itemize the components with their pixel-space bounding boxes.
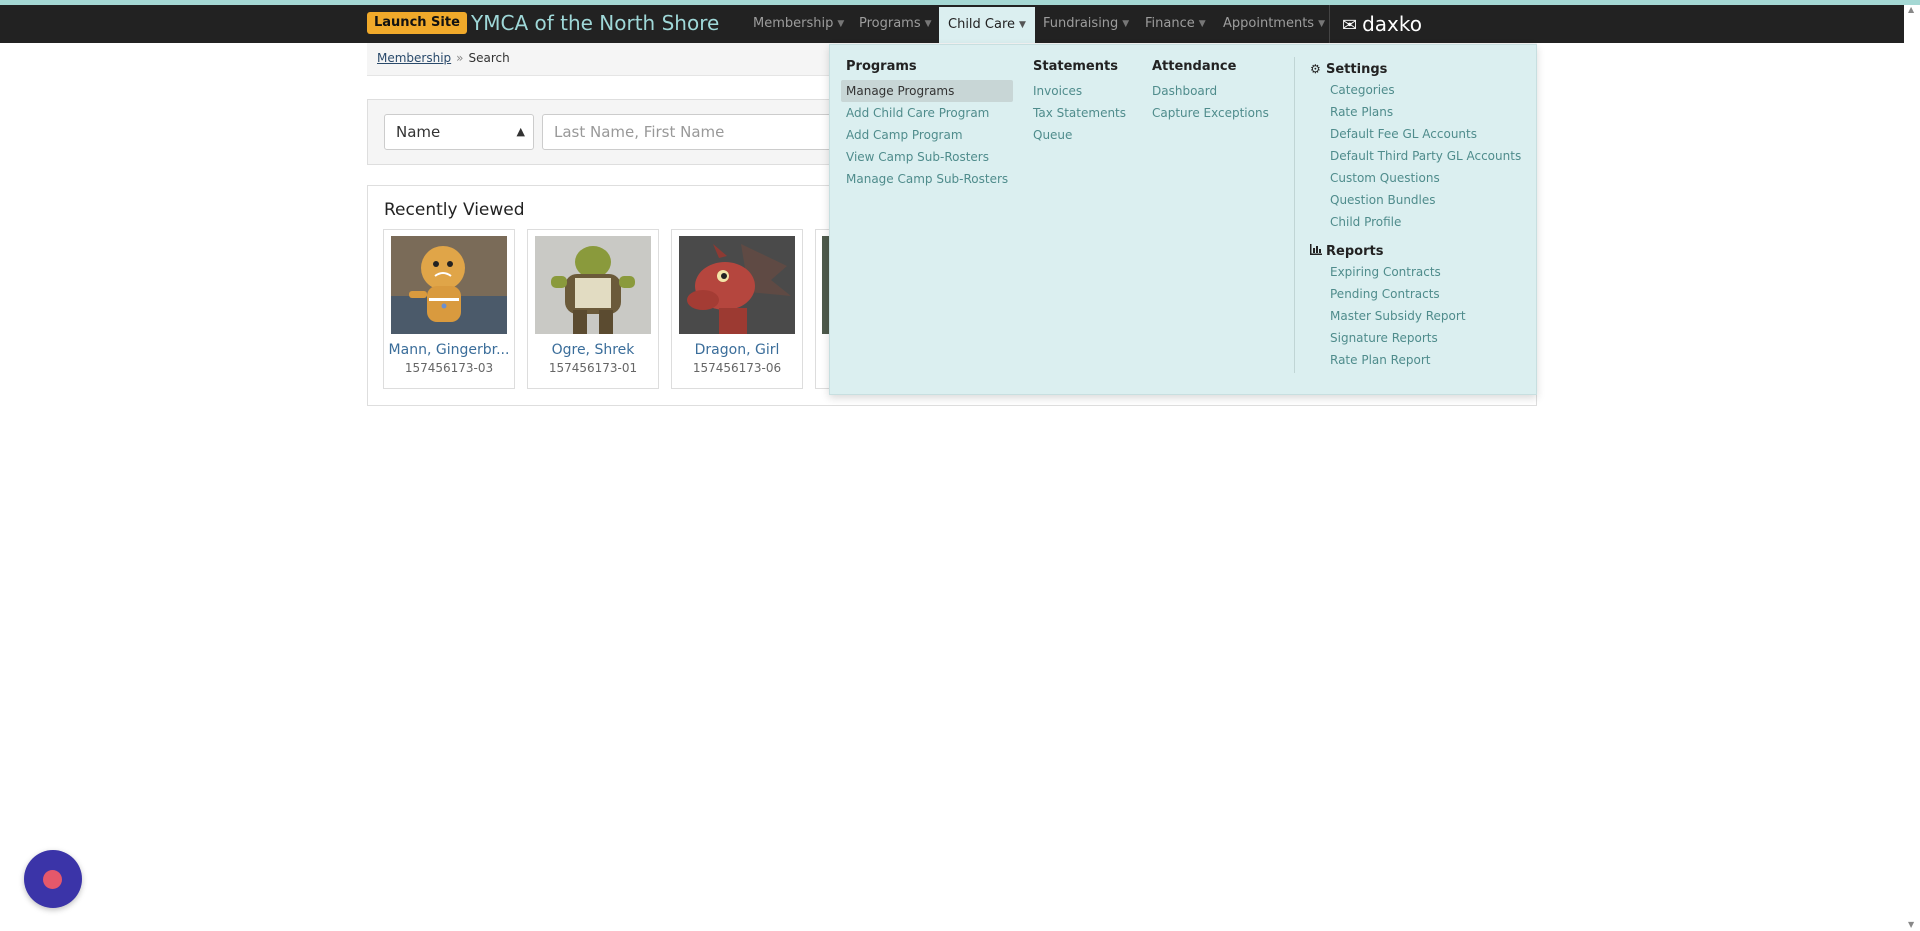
queue-link[interactable]: Queue — [1028, 124, 1131, 146]
child-care-dropdown-menu: Programs Manage Programs Add Child Care … — [829, 44, 1537, 395]
menu-fundraising[interactable]: Fundraising ▼ — [1043, 5, 1129, 43]
breadcrumb: Membership » Search — [377, 51, 510, 65]
categories-link[interactable]: Categories — [1325, 79, 1526, 101]
breadcrumb-separator: » — [456, 51, 464, 65]
view-camp-sub-rosters-link[interactable]: View Camp Sub-Rosters — [841, 146, 1013, 168]
tax-statements-link[interactable]: Tax Statements — [1028, 102, 1131, 124]
question-bundles-link[interactable]: Question Bundles — [1325, 189, 1526, 211]
settings-reports-column: ⚙ Settings Categories Rate Plans Default … — [1310, 59, 1526, 379]
rate-plan-report-link[interactable]: Rate Plan Report — [1325, 349, 1526, 371]
chat-widget-button[interactable] — [24, 850, 82, 908]
menu-programs-label: Programs — [859, 16, 921, 31]
scroll-down-icon[interactable]: ▼ — [1908, 920, 1914, 929]
child-profile-link[interactable]: Child Profile — [1325, 211, 1526, 233]
member-photo — [679, 236, 795, 334]
menu-membership-label: Membership — [753, 16, 834, 31]
statements-column: Statements Invoices Tax Statements Queue — [1033, 59, 1131, 146]
attendance-column: Attendance Dashboard Capture Exceptions — [1152, 59, 1274, 124]
recently-viewed-title: Recently Viewed — [384, 200, 525, 220]
settings-heading-label: Settings — [1326, 62, 1388, 77]
page-scrollbar[interactable]: ▲ ▼ — [1904, 5, 1920, 931]
member-id: 157456173-01 — [548, 361, 638, 375]
pending-contracts-link[interactable]: Pending Contracts — [1325, 283, 1526, 305]
member-photo — [391, 236, 507, 334]
menu-finance-label: Finance — [1145, 16, 1195, 31]
caret-down-icon: ▼ — [924, 19, 932, 29]
caret-down-icon: ▼ — [837, 19, 845, 29]
gear-icon: ⚙ — [1310, 62, 1321, 76]
menu-fundraising-label: Fundraising — [1043, 16, 1119, 31]
member-name[interactable]: Dragon, Girl — [672, 342, 802, 358]
search-type-value: Name — [396, 123, 441, 141]
recent-card[interactable]: Ogre, Shrek 157456173-01 — [527, 229, 659, 389]
statements-heading: Statements — [1033, 59, 1118, 74]
caret-down-icon: ▼ — [1019, 20, 1026, 30]
member-id: 157456173-06 — [692, 361, 782, 375]
attendance-heading: Attendance — [1152, 59, 1237, 74]
capture-exceptions-link[interactable]: Capture Exceptions — [1147, 102, 1274, 124]
chat-indicator-icon — [43, 870, 62, 889]
dropdown-divider — [1294, 57, 1295, 373]
manage-programs-link[interactable]: Manage Programs — [841, 80, 1014, 102]
menu-child-care-label: Child Care — [948, 17, 1016, 32]
menu-finance[interactable]: Finance ▼ — [1145, 5, 1206, 43]
signature-reports-link[interactable]: Signature Reports — [1325, 327, 1526, 349]
menu-appointments-label: Appointments — [1223, 16, 1315, 31]
rate-plans-link[interactable]: Rate Plans — [1325, 101, 1526, 123]
reports-heading: Reports — [1310, 241, 1526, 261]
caret-down-icon: ▼ — [1318, 19, 1325, 29]
caret-down-icon: ▼ — [1198, 19, 1206, 29]
member-name[interactable]: Ogre, Shrek — [528, 342, 658, 358]
top-navbar: Launch Site YMCA of the North Shore Memb… — [0, 5, 1920, 76]
settings-items: Categories Rate Plans Default Fee GL Acc… — [1330, 79, 1526, 233]
menu-appointments[interactable]: Appointments ▼ — [1223, 5, 1325, 43]
brand-title[interactable]: YMCA of the North Shore — [471, 11, 719, 35]
caret-down-icon: ▼ — [1122, 19, 1130, 29]
search-input[interactable] — [542, 114, 862, 150]
programs-column: Programs Manage Programs Add Child Care … — [841, 59, 1014, 190]
menu-membership[interactable]: Membership ▼ — [753, 5, 844, 43]
recent-card[interactable]: Mann, Gingerbr... 157456173-03 — [383, 229, 515, 389]
daxko-operations-menu[interactable]: ✉daxko operations▼ — [1329, 5, 1537, 76]
search-type-select[interactable]: Name ▲ — [384, 114, 534, 150]
launch-site-button[interactable]: Launch Site — [367, 12, 467, 34]
menu-child-care[interactable]: Child Care ▼ — [939, 7, 1035, 47]
select-arrows-icon: ▲ — [516, 125, 525, 138]
menu-programs[interactable]: Programs ▼ — [859, 5, 932, 43]
member-id: 157456173-03 — [404, 361, 494, 375]
member-name[interactable]: Mann, Gingerbr... — [384, 342, 514, 358]
reports-heading-label: Reports — [1326, 244, 1384, 259]
manage-camp-sub-rosters-link[interactable]: Manage Camp Sub-Rosters — [841, 168, 1013, 190]
master-subsidy-report-link[interactable]: Master Subsidy Report — [1325, 305, 1526, 327]
default-third-party-gl-accounts-link[interactable]: Default Third Party GL Accounts — [1325, 145, 1526, 167]
dashboard-link[interactable]: Dashboard — [1147, 80, 1274, 102]
reports-items: Expiring Contracts Pending Contracts Mas… — [1330, 261, 1526, 371]
navbar-inner: Launch Site YMCA of the North Shore Memb… — [367, 5, 1537, 76]
member-photo — [535, 236, 651, 334]
expiring-contracts-link[interactable]: Expiring Contracts — [1325, 261, 1526, 283]
programs-heading: Programs — [846, 59, 917, 74]
breadcrumb-current: Search — [468, 51, 510, 65]
custom-questions-link[interactable]: Custom Questions — [1325, 167, 1526, 189]
recent-card[interactable]: Dragon, Girl 157456173-06 — [671, 229, 803, 389]
bar-chart-icon — [1310, 241, 1326, 261]
breadcrumb-membership-link[interactable]: Membership — [377, 51, 451, 65]
scroll-up-icon[interactable]: ▲ — [1908, 5, 1914, 14]
default-fee-gl-accounts-link[interactable]: Default Fee GL Accounts — [1325, 123, 1526, 145]
invoices-link[interactable]: Invoices — [1028, 80, 1131, 102]
add-child-care-program-link[interactable]: Add Child Care Program — [841, 102, 1013, 124]
daxko-logo-icon: ✉ — [1342, 15, 1358, 36]
add-camp-program-link[interactable]: Add Camp Program — [841, 124, 1013, 146]
settings-heading: ⚙ Settings — [1310, 59, 1526, 79]
